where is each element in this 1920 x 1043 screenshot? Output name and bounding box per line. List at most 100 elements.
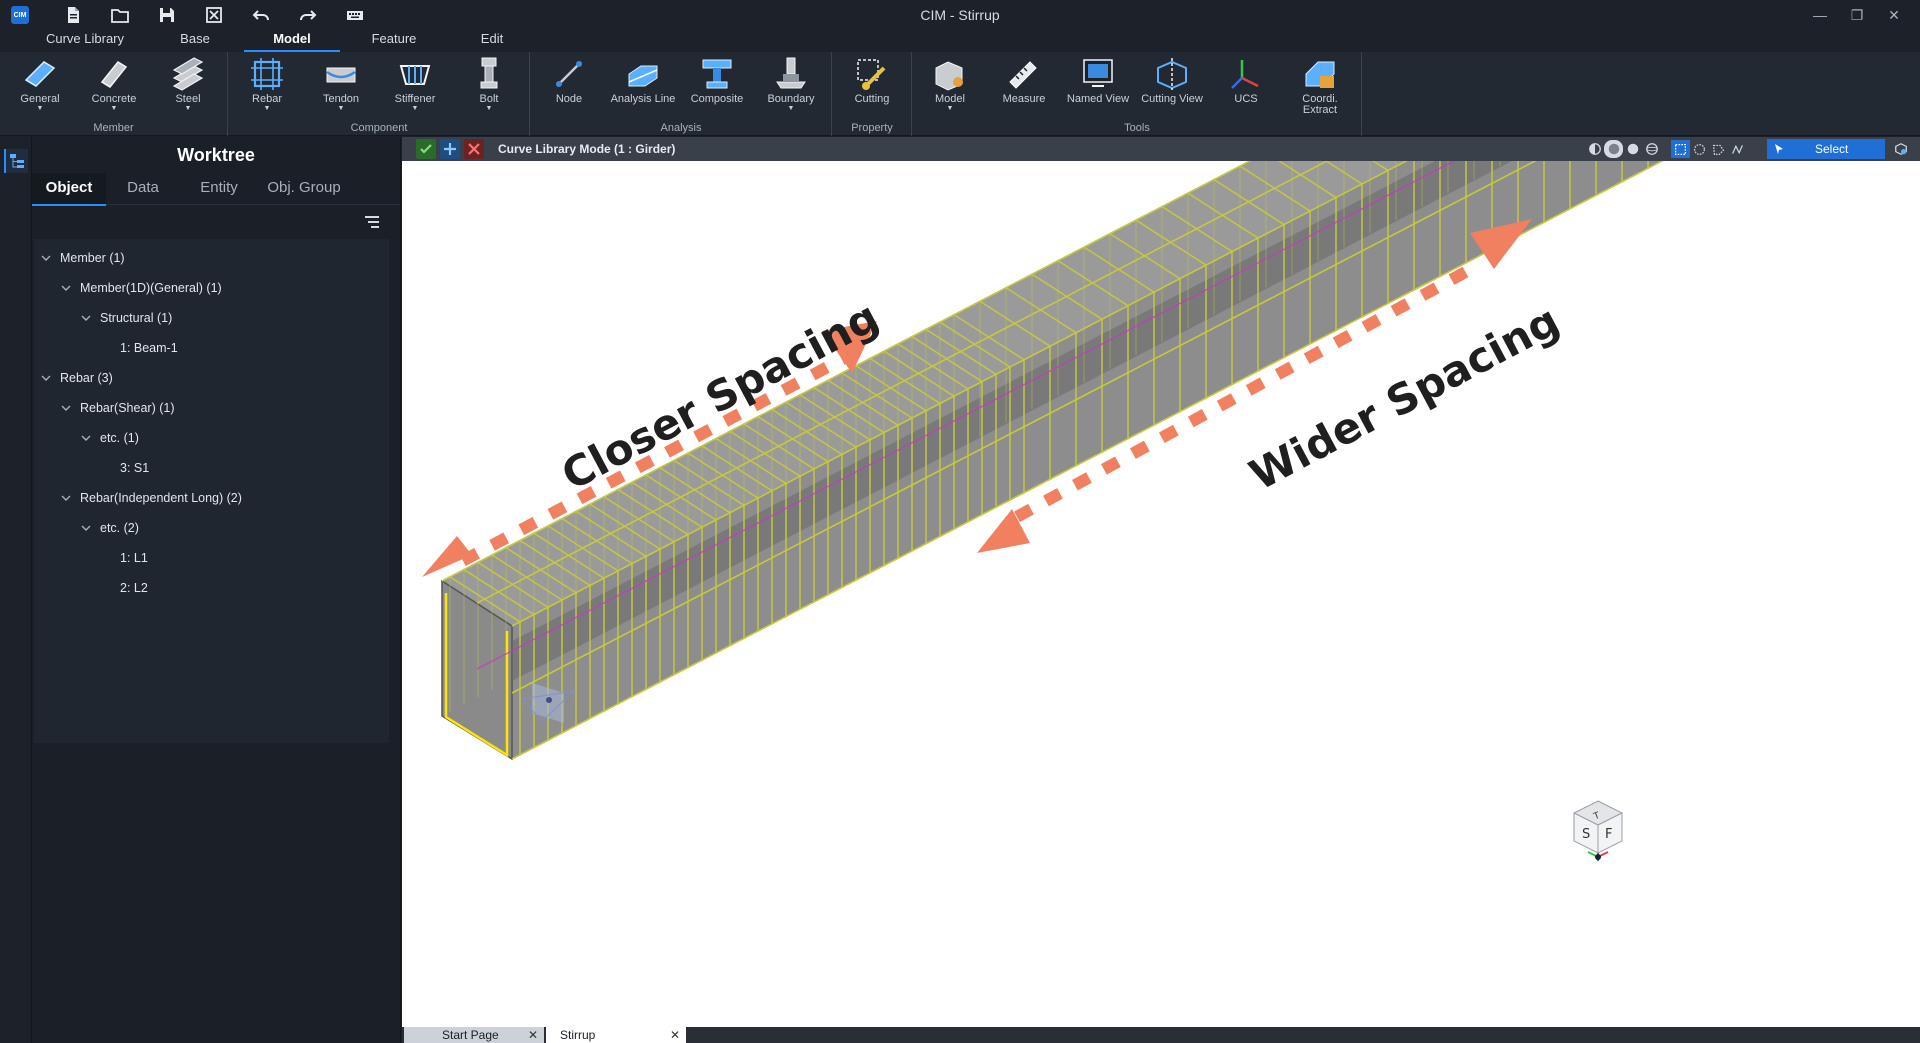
tendon-button[interactable]: Tendon ▼ bbox=[305, 56, 377, 118]
tab-obj-group[interactable]: Obj. Group bbox=[258, 173, 350, 205]
sort-icon[interactable] bbox=[364, 215, 380, 229]
close-file-icon[interactable] bbox=[190, 0, 237, 30]
line-select-icon[interactable] bbox=[1728, 140, 1747, 158]
stiffener-button[interactable]: Stiffener ▼ bbox=[379, 56, 451, 118]
add-icon[interactable] bbox=[440, 139, 460, 159]
cutting-button[interactable]: Cutting bbox=[836, 56, 908, 118]
view-cube[interactable]: S F T bbox=[1572, 800, 1624, 861]
ribbon-group-property: Cutting Property bbox=[833, 52, 912, 136]
ribbon-group-analysis: Node Analysis Line Composite Boundary ▼ A… bbox=[531, 52, 832, 136]
boundary-button[interactable]: Boundary ▼ bbox=[755, 56, 827, 118]
tree-node[interactable]: Structural (1) bbox=[34, 303, 389, 333]
tree-node[interactable]: Rebar(Independent Long) (2) bbox=[34, 483, 389, 513]
menu-tab-edit[interactable]: Edit bbox=[444, 30, 540, 52]
expand-caret-icon[interactable] bbox=[40, 372, 52, 384]
cancel-icon[interactable] bbox=[464, 139, 484, 159]
cutting-view-button[interactable]: Cutting View bbox=[1136, 56, 1208, 118]
arrow-dash bbox=[1303, 345, 1324, 364]
model-tool-button[interactable]: Model ▼ bbox=[914, 56, 986, 118]
new-file-icon[interactable] bbox=[49, 0, 96, 30]
mode-label: Curve Library Mode (1 : Girder) bbox=[498, 142, 676, 156]
polygon-select-icon[interactable] bbox=[1709, 140, 1728, 158]
circle-select-icon[interactable] bbox=[1690, 140, 1709, 158]
analysis-line-button[interactable]: Analysis Line bbox=[607, 56, 679, 118]
tree-leaf[interactable]: 2: L2 bbox=[34, 573, 389, 603]
keyboard-icon[interactable] bbox=[331, 0, 378, 30]
measure-button[interactable]: Measure bbox=[988, 56, 1060, 118]
tree-node[interactable]: etc. (2) bbox=[34, 513, 389, 543]
tree-node[interactable]: Member(1D)(General) (1) bbox=[34, 273, 389, 303]
menu-tab-model[interactable]: Model bbox=[240, 30, 344, 52]
steel-button[interactable]: Steel ▼ bbox=[152, 56, 224, 118]
doc-tab-stirrup[interactable]: Stirrup ✕ bbox=[546, 1027, 686, 1043]
close-window-icon[interactable]: ✕ bbox=[1876, 0, 1912, 30]
tree-node[interactable]: Member (1) bbox=[34, 243, 389, 273]
model-scene[interactable]: Closer Spacing Wider Spacing S F T bbox=[402, 161, 1920, 1027]
worktree-toggle-icon[interactable] bbox=[4, 149, 28, 173]
tree-leaf[interactable]: 1: L1 bbox=[34, 543, 389, 573]
arrow-dash bbox=[1129, 440, 1150, 459]
ribbon-group-label: Member bbox=[93, 122, 134, 134]
expand-caret-icon[interactable] bbox=[40, 252, 52, 264]
tab-data[interactable]: Data bbox=[106, 173, 180, 205]
render-mode-shaded-icon[interactable] bbox=[1623, 140, 1642, 158]
bolt-icon bbox=[480, 57, 498, 89]
expand-caret-icon[interactable] bbox=[60, 492, 72, 504]
save-icon[interactable] bbox=[143, 0, 190, 30]
tree-leaf[interactable]: 1: Beam-1 bbox=[34, 333, 389, 363]
expand-caret-icon[interactable] bbox=[80, 312, 92, 324]
worktree-title: Worktree bbox=[177, 145, 255, 165]
tree-node[interactable]: Rebar(Shear) (1) bbox=[34, 393, 389, 423]
boundary-icon bbox=[776, 57, 806, 89]
arrow-dash bbox=[1158, 424, 1179, 444]
tree-node[interactable]: Rebar (3) bbox=[34, 363, 389, 393]
dropdown-arrow-icon: ▼ bbox=[485, 105, 493, 112]
tab-entity[interactable]: Entity bbox=[180, 173, 258, 205]
node-button[interactable]: Node bbox=[533, 56, 605, 118]
restore-icon[interactable]: ❐ bbox=[1839, 0, 1875, 30]
general-button[interactable]: General ▼ bbox=[4, 56, 76, 118]
app-logo-icon[interactable]: CIM bbox=[11, 6, 29, 24]
close-tab-icon[interactable]: ✕ bbox=[670, 1028, 680, 1042]
expand-caret-icon[interactable] bbox=[60, 402, 72, 414]
bolt-button[interactable]: Bolt ▼ bbox=[453, 56, 525, 118]
expand-caret-icon[interactable] bbox=[80, 432, 92, 444]
undo-icon[interactable] bbox=[237, 0, 284, 30]
doc-tab-start-page[interactable]: Start Page ✕ bbox=[404, 1027, 544, 1043]
dropdown-arrow-icon: ▼ bbox=[263, 105, 271, 112]
render-mode-wireframe-icon[interactable] bbox=[1642, 140, 1661, 158]
render-mode-shaded-edge-icon[interactable] bbox=[1604, 140, 1623, 158]
ucs-button[interactable]: UCS bbox=[1210, 56, 1282, 118]
cursor-icon bbox=[1775, 144, 1783, 154]
named-view-button[interactable]: Named View bbox=[1062, 56, 1134, 118]
menu-tab-curve-library[interactable]: Curve Library bbox=[20, 30, 150, 52]
object-tree: Member (1) Member(1D)(General) (1) Struc… bbox=[34, 239, 389, 743]
expand-caret-icon[interactable] bbox=[80, 522, 92, 534]
menu-tab-feature[interactable]: Feature bbox=[344, 30, 444, 52]
redo-icon[interactable] bbox=[284, 0, 331, 30]
close-tab-icon[interactable]: ✕ bbox=[528, 1028, 538, 1042]
box-select-icon[interactable] bbox=[1671, 140, 1690, 158]
coordinate-extract-button[interactable]: Coordi. Extract bbox=[1284, 56, 1356, 118]
open-folder-icon[interactable] bbox=[96, 0, 143, 30]
ribbon-group-component: Rebar ▼ Tendon ▼ Stiffener ▼ Bolt ▼ Componen… bbox=[229, 52, 530, 136]
rebar-button[interactable]: Rebar ▼ bbox=[231, 56, 303, 118]
tree-node[interactable]: etc. (1) bbox=[34, 423, 389, 453]
minimize-icon[interactable]: — bbox=[1802, 0, 1838, 30]
tree-leaf[interactable]: 3: S1 bbox=[34, 453, 389, 483]
tab-object[interactable]: Object bbox=[32, 172, 106, 206]
view-settings-icon[interactable] bbox=[1891, 140, 1910, 158]
composite-button[interactable]: Composite bbox=[681, 56, 753, 118]
concrete-beam[interactable] bbox=[441, 161, 1920, 761]
concrete-button[interactable]: Concrete ▼ bbox=[78, 56, 150, 118]
menu-tab-base[interactable]: Base bbox=[150, 30, 240, 52]
confirm-icon[interactable] bbox=[416, 139, 436, 159]
dropdown-arrow-icon: ▼ bbox=[36, 105, 44, 112]
render-mode-hidden-icon[interactable] bbox=[1585, 140, 1604, 158]
expand-caret-icon[interactable] bbox=[60, 282, 72, 294]
ribbon-group-label: Component bbox=[350, 122, 408, 134]
select-mode-button[interactable]: Select bbox=[1767, 139, 1885, 159]
arrow-dash bbox=[1332, 329, 1353, 349]
model-viewport[interactable]: Curve Library Mode (1 : Girder) Select C… bbox=[402, 137, 1920, 1027]
measure-icon bbox=[1009, 61, 1037, 89]
